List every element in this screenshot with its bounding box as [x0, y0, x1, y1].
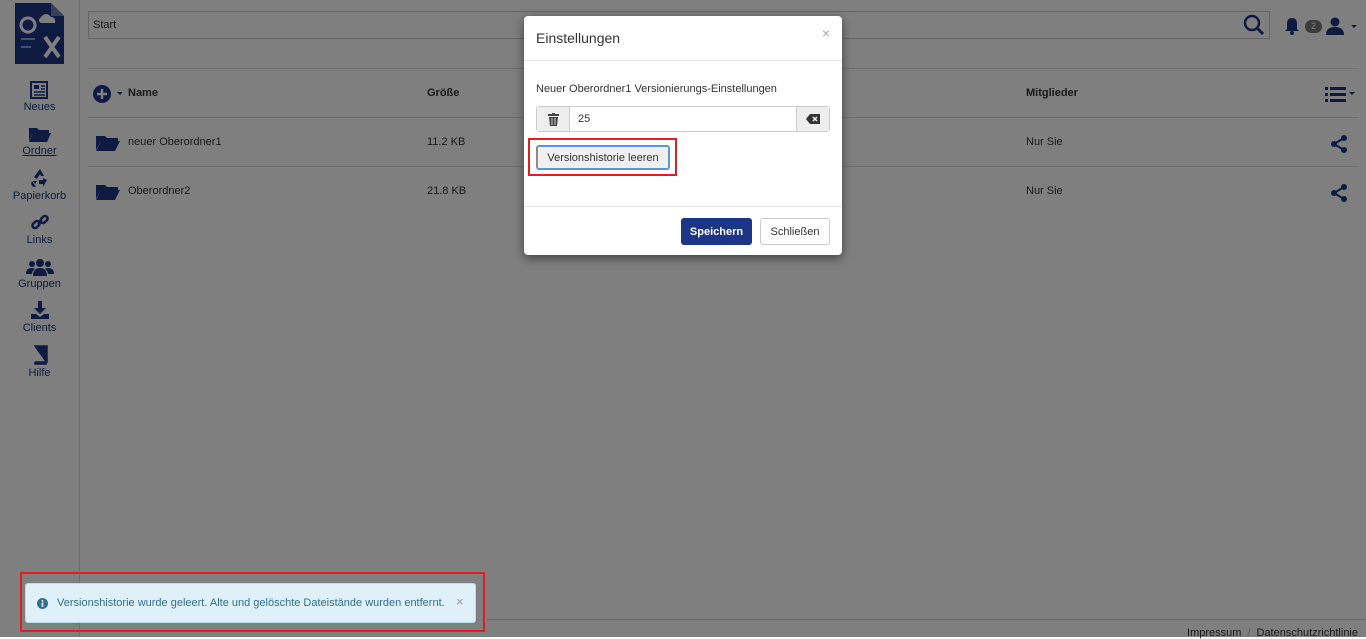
- close-button[interactable]: Schließen: [760, 218, 830, 245]
- clear-history-button[interactable]: Versionshistorie leeren: [536, 145, 670, 170]
- info-icon: [37, 598, 48, 609]
- backspace-icon: [806, 114, 820, 124]
- modal-header-divider: [524, 60, 842, 61]
- close-icon[interactable]: ×: [822, 25, 830, 41]
- save-button[interactable]: Speichern: [681, 218, 752, 245]
- versioning-label: Neuer Oberordner1 Versionierungs-Einstel…: [536, 83, 777, 95]
- toast-message: Versionshistorie wurde geleert. Alte und…: [57, 597, 445, 609]
- close-icon[interactable]: ×: [456, 594, 464, 609]
- versions-input-group: [536, 106, 830, 132]
- version-count-input[interactable]: [570, 107, 796, 131]
- modal-footer-divider: [524, 206, 842, 207]
- modal-title: Einstellungen: [536, 30, 621, 46]
- trash-addon: [537, 107, 570, 131]
- settings-modal: Einstellungen × Neuer Oberordner1 Versio…: [524, 16, 842, 255]
- info-toast: Versionshistorie wurde geleert. Alte und…: [25, 583, 476, 623]
- clear-input-button[interactable]: [796, 107, 829, 131]
- trash-icon: [547, 112, 559, 126]
